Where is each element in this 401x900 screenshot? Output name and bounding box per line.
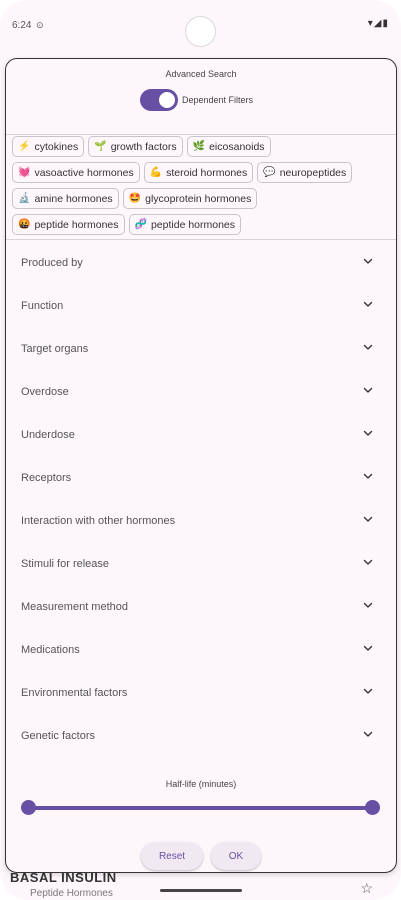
chip-label: peptide hormones [150, 218, 236, 231]
chevron-down-icon [363, 430, 373, 436]
chip-label: steroid hormones [166, 166, 248, 179]
chip-emoji-icon: 💓 [18, 167, 31, 178]
chip-row: 🤬 peptide hormones 🧬 peptide hormones [12, 214, 392, 235]
filter-row[interactable]: Receptors [6, 456, 396, 499]
divider [6, 239, 396, 240]
chip-row: 🔬 amine hormones 🤩 glycoprotein hormones [12, 188, 392, 209]
half-life-slider-track[interactable] [28, 806, 374, 810]
star-icon[interactable]: ☆ [360, 880, 373, 897]
filter-chip[interactable]: 🌱 growth factors [88, 136, 183, 157]
filter-row[interactable]: Produced by [6, 241, 396, 284]
chip-label: peptide hormones [34, 218, 119, 231]
filter-label: Function [21, 299, 64, 312]
filter-label: Target organs [21, 342, 89, 355]
filter-chip[interactable]: 🤩 glycoprotein hormones [122, 188, 258, 209]
chevron-down-icon [363, 602, 373, 608]
filter-row[interactable]: Stimuli for release [6, 542, 396, 585]
status-bar: 6:24 ⊙ ▾◢▮ [0, 0, 401, 56]
filter-chip[interactable]: 🌿 eicosanoids [186, 136, 271, 157]
status-time: 6:24 [12, 20, 32, 31]
divider [6, 134, 396, 135]
filter-row[interactable]: Medications [6, 628, 396, 671]
chip-label: eicosanoids [209, 140, 265, 153]
chip-label: vasoactive hormones [34, 166, 134, 179]
chip-label: glycoprotein hormones [145, 192, 252, 205]
filter-label: Receptors [21, 471, 72, 484]
filter-label: Medications [21, 643, 80, 656]
phone-screen: 6:24 ⊙ ▾◢▮ BASAL INSULIN Peptide Hormone… [0, 0, 401, 900]
notification-icon: ⊙ [36, 20, 44, 30]
slider-min-handle[interactable] [21, 800, 36, 815]
filter-label: Genetic factors [21, 729, 95, 742]
filter-row[interactable]: Interaction with other hormones [6, 499, 396, 542]
background-hormone-subtitle: Peptide Hormones [30, 888, 113, 899]
reset-button[interactable]: Reset [141, 842, 203, 870]
chip-emoji-icon: 🤬 [18, 219, 31, 230]
chip-emoji-icon: 🌿 [192, 141, 206, 152]
advanced-search-sheet: Advanced Search Dependent Filters ⚡ cytok… [5, 58, 397, 873]
chip-row: 💓 vasoactive hormones 💪 steroid hormones 💬 ne… [12, 162, 392, 183]
filter-label: Interaction with other hormones [21, 514, 176, 527]
chip-emoji-icon: 🤩 [128, 193, 142, 204]
chevron-down-icon [363, 559, 373, 565]
filter-row[interactable]: Measurement method [6, 585, 396, 628]
slider-max-handle[interactable] [365, 800, 380, 815]
chevron-down-icon [363, 731, 373, 737]
filter-label: Produced by [21, 256, 83, 269]
chip-emoji-icon: 🧬 [134, 219, 147, 230]
filter-label: Underdose [21, 428, 75, 441]
gesture-bar[interactable] [160, 889, 242, 892]
chevron-down-icon [363, 645, 373, 651]
camera-cutout [185, 16, 216, 47]
chip-label: neuropeptides [279, 166, 347, 179]
filter-chip[interactable]: 🔬 amine hormones [12, 188, 119, 209]
chevron-down-icon [363, 688, 373, 694]
filter-chip[interactable]: 💓 vasoactive hormones [12, 162, 140, 183]
chevron-down-icon [363, 258, 373, 264]
toggle-knob [159, 92, 175, 108]
chip-emoji-icon: 🔬 [18, 193, 31, 204]
slider-label: Half-life (minutes) [165, 779, 237, 789]
category-chips: ⚡ cytokines 🌱 growth factors 🌿 eicosanoids 💓 va… [12, 136, 392, 240]
filter-label: Measurement method [21, 600, 128, 613]
chip-emoji-icon: 💬 [263, 167, 276, 178]
chip-row: ⚡ cytokines 🌱 growth factors 🌿 eicosanoids [12, 136, 392, 157]
chip-emoji-icon: ⚡ [18, 141, 31, 152]
chip-label: cytokines [34, 140, 79, 153]
ok-button[interactable]: OK [211, 842, 261, 870]
sheet-title: Advanced Search [165, 69, 237, 79]
filter-label: Overdose [21, 385, 69, 398]
chevron-down-icon [363, 387, 373, 393]
chevron-down-icon [363, 473, 373, 479]
dependent-filters-row: Dependent Filters [140, 89, 253, 111]
filter-row[interactable]: Underdose [6, 413, 396, 456]
filter-label: Environmental factors [21, 686, 128, 699]
filter-chip[interactable]: ⚡ cytokines [12, 136, 85, 157]
filter-row[interactable]: Overdose [6, 370, 396, 413]
filter-chip[interactable]: 🧬 peptide hormones [128, 214, 242, 235]
chip-label: growth factors [110, 140, 177, 153]
filter-row[interactable]: Genetic factors [6, 714, 396, 757]
filter-chip[interactable]: 💬 neuropeptides [257, 162, 353, 183]
filter-row[interactable]: Function [6, 284, 396, 327]
chip-emoji-icon: 💪 [149, 167, 163, 178]
status-icons: ▾◢▮ [367, 18, 389, 29]
sheet-actions: Reset OK [6, 842, 396, 870]
chevron-down-icon [363, 344, 373, 350]
filter-label: Stimuli for release [21, 557, 110, 570]
chip-label: amine hormones [34, 192, 113, 205]
filter-chip[interactable]: 💪 steroid hormones [143, 162, 254, 183]
dependent-filters-toggle[interactable] [140, 89, 178, 111]
dependent-filters-label: Dependent Filters [182, 95, 254, 105]
chip-emoji-icon: 🌱 [94, 141, 107, 152]
filter-row[interactable]: Target organs [6, 327, 396, 370]
filter-list: Produced by Function Target organs Overdose… [6, 241, 396, 757]
filter-row[interactable]: Environmental factors [6, 671, 396, 714]
filter-chip[interactable]: 🤬 peptide hormones [12, 214, 125, 235]
chevron-down-icon [363, 301, 373, 307]
chevron-down-icon [363, 516, 373, 522]
